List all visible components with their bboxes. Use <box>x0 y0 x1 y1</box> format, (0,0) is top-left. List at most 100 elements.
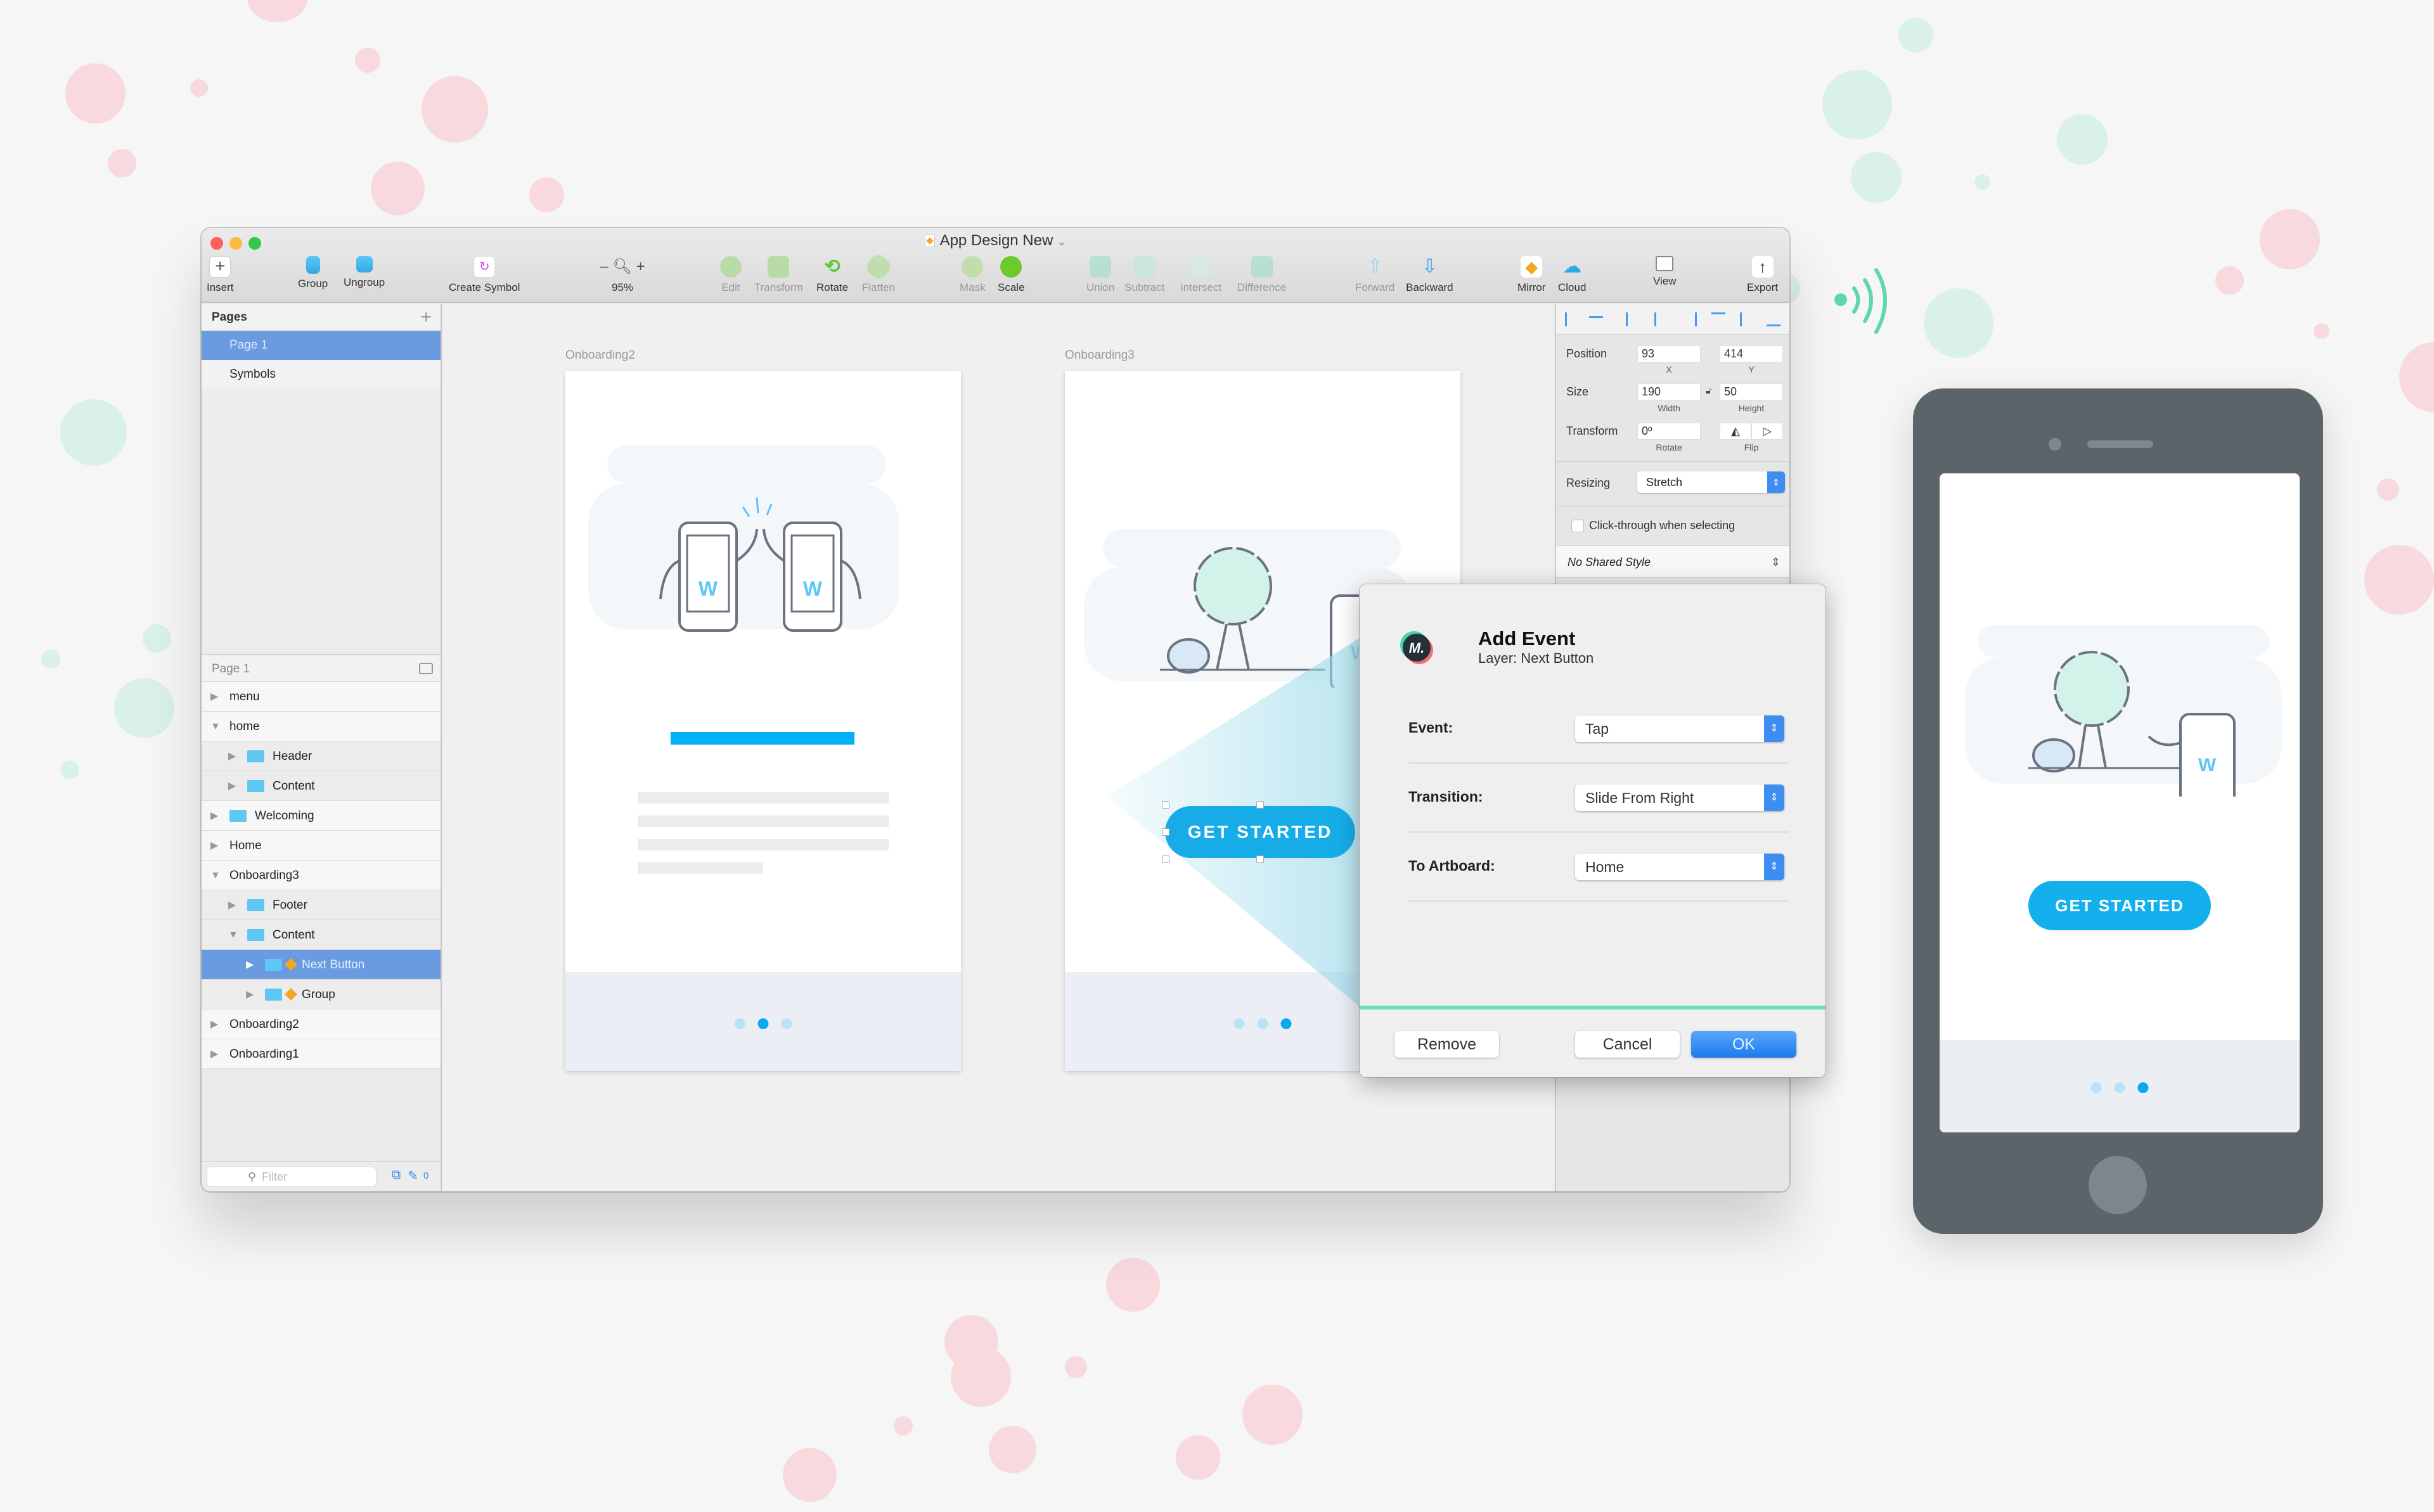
flip-vertical-button[interactable]: ▷ <box>1751 423 1783 440</box>
window-title[interactable]: App Design New ⌄ <box>202 232 1789 250</box>
disclosure-collapsed-icon[interactable]: ▶ <box>210 1009 218 1039</box>
transform-button[interactable]: Transform <box>754 256 803 294</box>
align-right-icon[interactable] <box>1683 312 1697 326</box>
subtract-button[interactable]: Subtract <box>1124 256 1164 294</box>
to-artboard-select[interactable]: Home ⇕ <box>1575 854 1784 880</box>
page-dot[interactable] <box>757 1018 769 1029</box>
page-dot[interactable] <box>2137 1082 2149 1093</box>
layer-item[interactable]: ▶ Group <box>202 980 441 1009</box>
flip-horizontal-button[interactable]: ◭ <box>1720 423 1751 440</box>
disclosure-collapsed-icon[interactable]: ▶ <box>228 771 236 801</box>
layer-item[interactable]: ▶ menu <box>202 682 441 712</box>
view-button[interactable]: View <box>1653 256 1677 288</box>
flatten-button[interactable]: Flatten <box>862 252 895 294</box>
page-dot[interactable] <box>734 1018 745 1029</box>
layer-item[interactable]: ▶ Header <box>202 741 441 771</box>
copy-icon[interactable]: ⧉ <box>392 1168 401 1182</box>
page-dot[interactable] <box>1257 1018 1268 1029</box>
position-y-field[interactable]: 414 <box>1720 345 1783 362</box>
align-bottom-icon[interactable] <box>1767 312 1780 326</box>
export-button[interactable]: ↑ Export <box>1747 256 1778 294</box>
intersect-button[interactable]: Intersect <box>1180 256 1221 294</box>
layer-item[interactable]: ▶ Next Button <box>202 950 441 980</box>
remove-button[interactable]: Remove <box>1394 1031 1499 1058</box>
align-center-icon[interactable] <box>1654 312 1668 326</box>
artboard-onboarding2[interactable]: W W <box>565 371 961 1071</box>
home-button[interactable] <box>2089 1156 2147 1214</box>
width-field[interactable]: 190 <box>1637 383 1701 400</box>
disclosure-collapsed-icon[interactable]: ▶ <box>210 801 218 831</box>
layer-item[interactable]: ▶ Footer <box>202 890 441 920</box>
layer-item[interactable]: ▼ Onboarding3 <box>202 861 441 890</box>
shared-style-select[interactable]: No Shared Style ⇕ <box>1556 545 1789 578</box>
layer-item[interactable]: ▼ home <box>202 712 441 741</box>
insert-button[interactable]: + Insert <box>207 256 234 294</box>
align-top-icon[interactable] <box>1711 312 1725 326</box>
disclosure-collapsed-icon[interactable]: ▶ <box>210 831 218 861</box>
layer-item[interactable]: ▶ Content <box>202 771 441 801</box>
disclosure-collapsed-icon[interactable]: ▶ <box>246 950 254 980</box>
disclosure-collapsed-icon[interactable]: ▶ <box>210 682 218 712</box>
layer-item[interactable]: ▶ Home <box>202 831 441 861</box>
resizing-select[interactable]: Stretch ⇕ <box>1637 471 1785 493</box>
layer-item[interactable]: ▶ Onboarding2 <box>202 1009 441 1039</box>
ungroup-button[interactable]: Ungroup <box>344 256 385 289</box>
artboard-label[interactable]: Onboarding3 <box>1065 349 1135 362</box>
add-page-button[interactable]: + <box>420 304 432 331</box>
page-dot[interactable] <box>2114 1082 2125 1093</box>
layer-item[interactable]: ▶ Onboarding1 <box>202 1039 441 1069</box>
ok-button[interactable]: OK <box>1691 1031 1796 1058</box>
event-select[interactable]: Tap ⇕ <box>1575 715 1784 742</box>
disclosure-collapsed-icon[interactable]: ▶ <box>228 741 236 771</box>
disclosure-collapsed-icon[interactable]: ▶ <box>246 980 254 1009</box>
transition-select[interactable]: Slide From Right ⇕ <box>1575 785 1784 811</box>
create-symbol-button[interactable]: ↻ Create Symbol <box>449 256 520 294</box>
collapse-icon[interactable] <box>419 663 433 674</box>
pen-icon[interactable]: ✎ <box>408 1168 418 1184</box>
resize-handle[interactable] <box>1162 801 1169 809</box>
page-dot[interactable] <box>2090 1082 2102 1093</box>
disclosure-expanded-icon[interactable]: ▼ <box>228 920 238 950</box>
group-button[interactable]: Group <box>298 256 328 290</box>
distribute-horizontal-icon[interactable] <box>1565 312 1571 326</box>
edit-button[interactable]: Edit <box>720 256 742 294</box>
page-item[interactable]: Page 1 <box>202 331 441 360</box>
rotate-button[interactable]: ⟲ Rotate <box>816 256 848 294</box>
resize-handle[interactable] <box>1256 855 1264 863</box>
layer-item[interactable]: ▼ Content <box>202 920 441 950</box>
artboard-label[interactable]: Onboarding2 <box>565 349 635 362</box>
page-dot[interactable] <box>781 1018 792 1029</box>
zoom-in-button[interactable]: + <box>636 258 645 275</box>
disclosure-expanded-icon[interactable]: ▼ <box>210 712 221 741</box>
rotate-field[interactable]: 0º <box>1637 423 1701 440</box>
height-field[interactable]: 50 <box>1720 383 1783 400</box>
forward-button[interactable]: ⇧ Forward <box>1355 256 1394 294</box>
zoom-out-button[interactable]: – <box>600 258 608 275</box>
page-item[interactable]: Symbols <box>202 360 441 389</box>
page-dot[interactable] <box>1233 1018 1245 1029</box>
page-dot[interactable] <box>1280 1018 1292 1029</box>
zoom-control[interactable]: – 🔍︎ + 95% <box>591 256 654 294</box>
align-left-icon[interactable] <box>1626 312 1640 326</box>
cancel-button[interactable]: Cancel <box>1575 1031 1680 1058</box>
union-button[interactable]: Union <box>1086 256 1114 294</box>
resize-handle[interactable] <box>1162 855 1169 863</box>
layer-item[interactable]: ▶ Welcoming <box>202 801 441 831</box>
position-x-field[interactable]: 93 <box>1637 345 1701 362</box>
get-started-button[interactable]: GET STARTED <box>2028 881 2211 930</box>
align-middle-icon[interactable] <box>1740 312 1754 326</box>
click-through-checkbox[interactable] <box>1571 520 1584 532</box>
resize-handle[interactable] <box>1162 828 1169 836</box>
lock-icon[interactable]: 🔓︎ <box>1706 385 1711 396</box>
distribute-vertical-icon[interactable] <box>1589 316 1603 325</box>
scale-button[interactable]: Scale <box>998 256 1025 294</box>
mirror-button[interactable]: ◆ Mirror <box>1517 256 1545 294</box>
disclosure-collapsed-icon[interactable]: ▶ <box>228 890 236 920</box>
mask-button[interactable]: Mask <box>960 256 986 294</box>
disclosure-expanded-icon[interactable]: ▼ <box>210 861 221 890</box>
cloud-button[interactable]: ☁ Cloud <box>1558 256 1586 294</box>
resize-handle[interactable] <box>1256 801 1264 809</box>
filter-input[interactable]: ⚲ Filter <box>207 1167 377 1187</box>
backward-button[interactable]: ⇩ Backward <box>1406 256 1453 294</box>
get-started-button-layer[interactable]: GET STARTED <box>1165 806 1355 858</box>
